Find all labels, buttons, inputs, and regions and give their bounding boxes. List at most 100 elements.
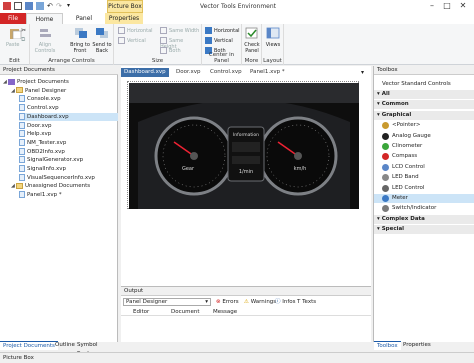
toolbox-row-label: Meter — [392, 195, 408, 201]
tree-item-label: NM_Tester.xvp — [27, 139, 67, 146]
same-both-button[interactable]: Both — [160, 47, 181, 54]
tree-item-label: Door.xvp — [27, 122, 52, 129]
tree-item-label: Project Documents — [17, 79, 69, 85]
toolbox-item[interactable]: Meter — [374, 194, 474, 203]
doc-tabs-dropdown-icon[interactable]: ▾ — [361, 69, 364, 76]
quick-access-dropdown-icon[interactable]: ▾ — [67, 2, 75, 10]
toolbox-item[interactable]: Analog Gauge — [374, 132, 474, 141]
cut-icon[interactable]: ✂ — [21, 28, 26, 34]
tree-item-file[interactable]: Help.xvp — [19, 130, 118, 138]
toolbox-row-label: Special — [381, 226, 405, 233]
doc-tab-control[interactable]: Control.xvp — [207, 68, 245, 77]
size-horizontal-button[interactable]: Horizontal — [118, 27, 153, 34]
toolbox-category[interactable]: ▾ Graphical — [374, 110, 474, 120]
size-vertical-button[interactable]: Vertical — [118, 37, 146, 44]
toolbox-item[interactable]: <Pointer> — [374, 121, 474, 130]
toolbox-row-label: Analog Gauge — [392, 132, 431, 139]
tree-item-folder[interactable]: ◢ Unassigned Documents — [11, 182, 118, 190]
tree-item-label: OBD2Info.xvp — [27, 148, 65, 155]
panel-canvas[interactable]: Information 1/min Gear km/h — [127, 81, 359, 209]
filter-texts[interactable]: T Texts — [297, 298, 316, 306]
size-vertical-icon — [118, 37, 125, 44]
tree-item-file[interactable]: SignalGenerator.xvp — [19, 156, 118, 164]
tree-item-folder[interactable]: ◢ Panel Designer — [11, 87, 118, 95]
filter-infos[interactable]: ⓘ Infos — [275, 298, 296, 306]
toolbox-item[interactable]: LED Band — [374, 173, 474, 182]
speed-label: km/h — [294, 166, 307, 172]
toolbox-item[interactable]: Clinometer — [374, 142, 474, 151]
save-icon[interactable] — [25, 2, 33, 10]
tree-item-label: Control.xvp — [27, 105, 59, 112]
size-vertical-label: Vertical — [127, 38, 146, 44]
column-editor[interactable]: Editor — [133, 308, 149, 316]
new-icon[interactable] — [14, 2, 22, 10]
close-button[interactable]: ✕ — [458, 1, 468, 11]
tab-properties[interactable]: Properties — [105, 13, 143, 24]
toolbox-category[interactable]: ▾ All — [374, 90, 474, 99]
doc-tab-door[interactable]: Door.xvp — [173, 68, 203, 77]
toolbox-row-label: Clinometer — [392, 143, 423, 149]
dashboard-picture-box[interactable]: Information 1/min Gear km/h — [128, 82, 360, 210]
filter-errors[interactable]: ⊗ Errors — [216, 298, 239, 306]
toolbox-row-label: Common — [381, 101, 409, 108]
tab-panel[interactable]: Panel — [63, 13, 105, 24]
tab-toolbox[interactable]: Toolbox — [374, 341, 401, 350]
maximize-button[interactable]: □ — [442, 1, 452, 11]
send-to-back-icon — [96, 28, 108, 38]
output-source-select[interactable]: Panel Designer ▾ — [123, 298, 211, 306]
send-to-back-button[interactable]: Send to Back — [90, 42, 114, 54]
toolbox-item[interactable]: LCD Control — [374, 163, 474, 172]
tree-item-file[interactable]: Dashboard.xvp — [19, 112, 118, 121]
tab-symbol-explorer[interactable]: Symbol Explorer — [74, 341, 117, 357]
tab-properties-pane[interactable]: Properties — [400, 341, 434, 350]
center-horizontal-button[interactable]: Horizontal — [205, 27, 240, 34]
tree-item-file[interactable]: Console.xvp — [19, 95, 118, 103]
tree-item-file[interactable]: VisualSequencerInfo.xvp — [19, 173, 118, 182]
tab-file[interactable]: File — [0, 13, 26, 24]
check-panel-button[interactable]: Check Panel — [243, 42, 261, 54]
led-band-icon — [382, 174, 389, 182]
bring-to-front-button[interactable]: Bring to Front — [68, 42, 92, 54]
align-icon — [40, 29, 51, 37]
paste-button[interactable]: Paste — [6, 42, 20, 48]
views-button[interactable]: Views — [263, 42, 283, 48]
file-icon — [19, 130, 25, 138]
tab-home[interactable]: Home — [26, 13, 63, 24]
clinometer-icon — [382, 143, 389, 150]
toolbox-pane: Toolbox Vector Standard Controls ▾ All ▾ … — [373, 66, 474, 350]
center-vertical-button[interactable]: Vertical — [205, 37, 233, 44]
same-width-button[interactable]: Same Width — [160, 27, 199, 34]
filter-warnings[interactable]: ⚠ Warnings — [244, 298, 276, 306]
filter-warnings-label: Warnings — [250, 299, 277, 305]
toolbox-item[interactable]: Switch/Indicator — [374, 204, 474, 213]
redo-icon[interactable]: ↷ — [56, 2, 64, 10]
doc-tab-panel1[interactable]: Panel1.xvp * — [247, 68, 288, 77]
tree-item-file[interactable]: Control.xvp — [19, 104, 118, 112]
output-source-value: Panel Designer — [126, 299, 168, 305]
lcd-icon — [382, 163, 389, 171]
tab-project-documents[interactable]: Project Documents — [0, 341, 58, 350]
tree-item-file[interactable]: Panel1.xvp * — [19, 191, 118, 199]
minimize-button[interactable]: – — [427, 1, 437, 11]
tree-item-solution[interactable]: ◢ Project Documents — [3, 78, 118, 86]
align-controls-button[interactable]: Align Controls — [33, 42, 57, 54]
toolbox-category[interactable]: ▾ Complex Data — [374, 214, 474, 224]
column-document[interactable]: Document — [171, 308, 200, 316]
file-icon — [19, 156, 25, 164]
tree-item-file[interactable]: NM_Tester.xvp — [19, 138, 118, 147]
toolbox-item[interactable]: Compass — [374, 152, 474, 161]
output-table-header: Editor Document Message — [121, 308, 371, 316]
tree-item-file[interactable]: Door.xvp — [19, 121, 118, 130]
toolbox-category[interactable]: ▾ Common — [374, 100, 474, 110]
toolbox-category[interactable]: ▾ Special — [374, 225, 474, 235]
file-icon — [19, 165, 25, 172]
toolbox-item[interactable]: LED Control — [374, 184, 474, 193]
doc-tab-dashboard[interactable]: Dashboard.xvp — [121, 68, 169, 77]
copy-icon[interactable]: ⧉ — [21, 37, 25, 43]
tree-item-file[interactable]: OBD2Info.xvp — [19, 147, 118, 156]
save-all-icon[interactable] — [36, 2, 44, 10]
undo-icon[interactable]: ↶ — [47, 2, 55, 10]
column-message[interactable]: Message — [213, 308, 237, 316]
group-label-more: More — [244, 58, 259, 64]
tree-item-file[interactable]: SignalInfo.xvp — [19, 165, 118, 173]
